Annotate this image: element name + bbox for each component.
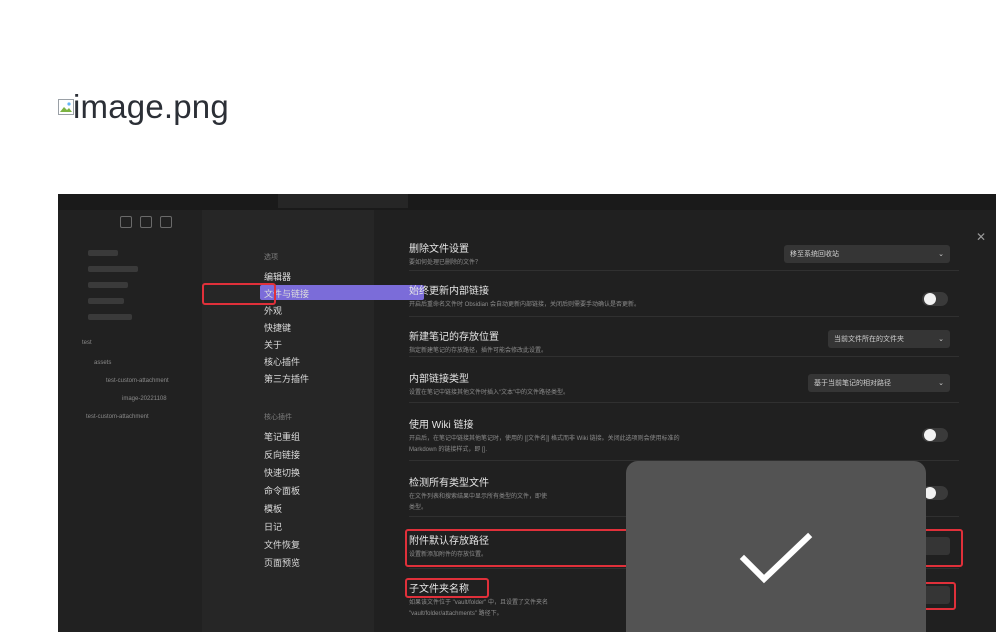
blur-line: [88, 250, 118, 256]
dropdown-value: 当前文件所在的文件夹: [834, 336, 904, 343]
setting-title: 使用 Wiki 链接: [409, 420, 474, 431]
settings-nav: 选项 编辑器 文件与链接 外观 快捷键 关于 核心插件 第三方插件 核心插件 笔…: [202, 210, 424, 632]
nav-item-editor[interactable]: 编辑器: [264, 270, 291, 283]
checkmark-icon: [736, 529, 816, 632]
setting-title: 内部链接类型: [409, 374, 469, 385]
wiki-links-toggle[interactable]: [922, 428, 948, 442]
setting-desc: 要如何处理已删除的文件？: [409, 260, 482, 266]
toggle-knob: [924, 429, 936, 441]
blur-line: [88, 282, 128, 288]
nav-group-options: 选项: [264, 254, 278, 261]
blur-line: [88, 298, 124, 304]
nav-item-hotkeys[interactable]: 快捷键: [264, 321, 291, 334]
tree-item[interactable]: test: [82, 340, 92, 346]
setting-desc-line2: "vault/folder/attachments" 路径下。: [409, 611, 503, 617]
title-bar: [58, 194, 996, 210]
setting-desc-line2: Markdown 的链接样式，即 [].: [409, 447, 488, 453]
chevron-down-icon: ⌄: [938, 380, 944, 387]
divider: [409, 270, 959, 271]
file-explorer-panel: test assets test-custom-attachment image…: [58, 210, 203, 632]
setting-desc: 开启后，在笔记中链接其他笔记时，使用的 [[文件名]] 格式而非 Wiki 链接…: [409, 436, 680, 442]
dropdown-value: 移至系统回收站: [790, 251, 839, 258]
setting-title: 检测所有类型文件: [409, 478, 489, 489]
blur-line: [88, 314, 132, 320]
setting-new-note-location: 新建笔记的存放位置 指定新建笔记的存放路径，插件可能会修改此设置。: [409, 328, 547, 354]
image-alt-text: image.png: [73, 88, 229, 125]
chevron-down-icon: ⌄: [938, 336, 944, 343]
highlight-box: [405, 578, 489, 598]
blur-line: [88, 266, 138, 272]
close-icon[interactable]: ✕: [976, 230, 986, 244]
dropdown-value: 基于当前笔记的相对路径: [814, 380, 891, 387]
divider: [409, 356, 959, 357]
setting-desc-line2: 类型。: [409, 505, 428, 511]
new-note-location-dropdown[interactable]: 当前文件所在的文件夹 ⌄: [828, 330, 950, 348]
setting-desc: 开启后重命名文件时 Obsidian 会自动更新内部链接，关闭后则需要手动确认是…: [409, 302, 641, 308]
tree-item[interactable]: image-20221108: [122, 396, 167, 402]
setting-link-format: 内部链接类型 设置在笔记中链接其他文件时插入“文本”中的文件路径类型。: [409, 370, 569, 396]
setting-wiki-links: 使用 Wiki 链接 开启后，在笔记中链接其他笔记时，使用的 [[文件名]] 格…: [409, 416, 680, 453]
nav-item-page-preview[interactable]: 页面预览: [264, 556, 300, 569]
nav-item-backlinks[interactable]: 反向链接: [264, 448, 300, 461]
setting-desc: 指定新建笔记的存放路径，插件可能会修改此设置。: [409, 348, 548, 354]
nav-item-core-plugins[interactable]: 核心插件: [264, 355, 300, 368]
nav-item-file-recovery[interactable]: 文件恢复: [264, 538, 300, 551]
tab: [278, 194, 408, 208]
setting-detect-all-files: 检测所有类型文件 在文件列表和搜索结果中显示所有类型的文件，即使 类型。: [409, 474, 547, 511]
nav-item-note-composer[interactable]: 笔记重组: [264, 430, 300, 443]
nav-item-quick-switcher[interactable]: 快速切换: [264, 466, 300, 479]
nav-item-community-plugins[interactable]: 第三方插件: [264, 372, 309, 385]
toggle-knob: [924, 293, 936, 305]
broken-image: image.png: [58, 88, 229, 126]
success-overlay: [626, 461, 926, 632]
setting-title: 新建笔记的存放位置: [409, 332, 499, 343]
nav-item-appearance[interactable]: 外观: [264, 304, 282, 317]
setting-desc: 在文件列表和搜索结果中显示所有类型的文件，即使: [409, 494, 548, 500]
setting-desc: 设置在笔记中链接其他文件时插入“文本”中的文件路径类型。: [409, 390, 569, 396]
sort-icon: [160, 216, 172, 228]
divider: [409, 402, 959, 403]
nav-item-daily-notes[interactable]: 日记: [264, 520, 282, 533]
nav-item-about[interactable]: 关于: [264, 338, 282, 351]
tree-item[interactable]: test-custom-attachment: [86, 414, 149, 420]
new-note-icon: [120, 216, 132, 228]
broken-image-icon: [58, 99, 74, 115]
highlight-box: [202, 283, 276, 305]
nav-group-core: 核心插件: [264, 414, 292, 421]
nav-item-templates[interactable]: 模板: [264, 502, 282, 515]
nav-item-command-palette[interactable]: 命令面板: [264, 484, 300, 497]
setting-delete-files: 删除文件设置 要如何处理已删除的文件？: [409, 240, 481, 266]
setting-title: 始终更新内部链接: [409, 286, 489, 297]
link-format-dropdown[interactable]: 基于当前笔记的相对路径 ⌄: [808, 374, 950, 392]
file-panel-toolbar: [120, 216, 172, 228]
setting-title: 删除文件设置: [409, 244, 469, 255]
tree-item[interactable]: test-custom-attachment: [106, 378, 169, 384]
setting-desc: 如果该文件位于 "vault/folder" 中，且设置了文件夹名: [409, 600, 548, 606]
tree-item[interactable]: assets: [94, 360, 111, 366]
divider: [409, 316, 959, 317]
setting-auto-update-links: 始终更新内部链接 开启后重命名文件时 Obsidian 会自动更新内部链接，关闭…: [409, 282, 640, 308]
chevron-down-icon: ⌄: [938, 251, 944, 258]
new-folder-icon: [140, 216, 152, 228]
auto-update-links-toggle[interactable]: [922, 292, 948, 306]
delete-files-dropdown[interactable]: 移至系统回收站 ⌄: [784, 245, 950, 263]
